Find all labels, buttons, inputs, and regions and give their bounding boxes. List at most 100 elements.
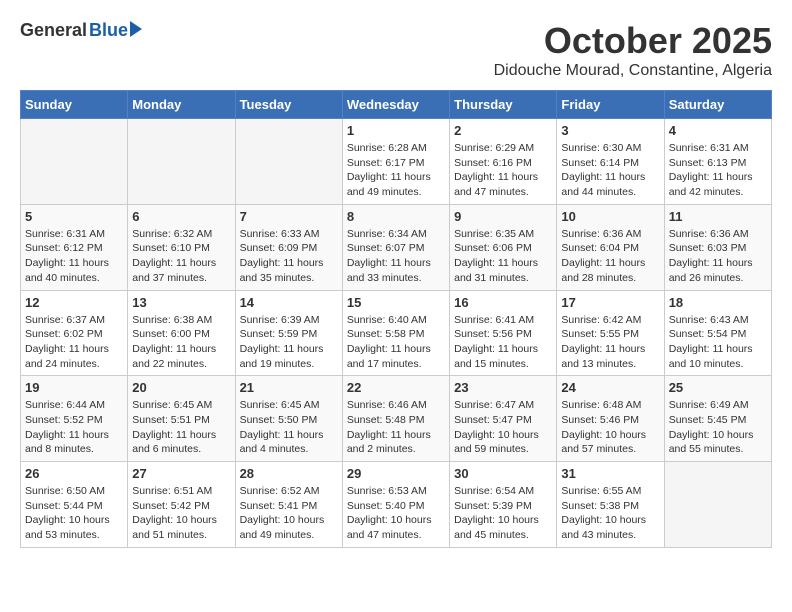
calendar-week-row: 5 Sunrise: 6:31 AM Sunset: 6:12 PM Daylig… (21, 204, 772, 290)
day-info: Sunrise: 6:45 AM Sunset: 5:50 PM Dayligh… (240, 398, 338, 457)
calendar-cell (128, 119, 235, 205)
day-info: Sunrise: 6:49 AM Sunset: 5:45 PM Dayligh… (669, 398, 767, 457)
month-title: October 2025 (494, 20, 772, 62)
day-number: 4 (669, 123, 767, 138)
day-info: Sunrise: 6:36 AM Sunset: 6:03 PM Dayligh… (669, 227, 767, 286)
day-info: Sunrise: 6:33 AM Sunset: 6:09 PM Dayligh… (240, 227, 338, 286)
day-number: 2 (454, 123, 552, 138)
day-number: 15 (347, 295, 445, 310)
day-number: 16 (454, 295, 552, 310)
day-number: 5 (25, 209, 123, 224)
calendar-cell: 13Sunrise: 6:38 AM Sunset: 6:00 PM Dayli… (128, 290, 235, 376)
calendar-week-row: 1 Sunrise: 6:28 AM Sunset: 6:17 PM Daylig… (21, 119, 772, 205)
calendar-cell (235, 119, 342, 205)
calendar-cell: 10 Sunrise: 6:36 AM Sunset: 6:04 PM Dayli… (557, 204, 664, 290)
calendar-cell: 1 Sunrise: 6:28 AM Sunset: 6:17 PM Daylig… (342, 119, 449, 205)
calendar-cell: 14 Sunrise: 6:39 AM Sunset: 5:59 PM Dayli… (235, 290, 342, 376)
calendar-table: SundayMondayTuesdayWednesdayThursdayFrid… (20, 90, 772, 548)
weekday-header-row: SundayMondayTuesdayWednesdayThursdayFrid… (21, 91, 772, 119)
day-info: Sunrise: 6:31 AM Sunset: 6:13 PM Dayligh… (669, 141, 767, 200)
weekday-header-friday: Friday (557, 91, 664, 119)
day-info: Sunrise: 6:36 AM Sunset: 6:04 PM Dayligh… (561, 227, 659, 286)
day-info: Sunrise: 6:48 AM Sunset: 5:46 PM Dayligh… (561, 398, 659, 457)
day-info: Sunrise: 6:51 AM Sunset: 5:42 PM Dayligh… (132, 484, 230, 543)
day-info: Sunrise: 6:37 AM Sunset: 6:02 PM Dayligh… (25, 313, 123, 372)
weekday-header-monday: Monday (128, 91, 235, 119)
calendar-cell (21, 119, 128, 205)
day-info: Sunrise: 6:45 AM Sunset: 5:51 PM Dayligh… (132, 398, 230, 457)
calendar-week-row: 12 Sunrise: 6:37 AM Sunset: 6:02 PM Dayli… (21, 290, 772, 376)
calendar-cell: 5 Sunrise: 6:31 AM Sunset: 6:12 PM Daylig… (21, 204, 128, 290)
day-info: Sunrise: 6:34 AM Sunset: 6:07 PM Dayligh… (347, 227, 445, 286)
day-number: 6 (132, 209, 230, 224)
calendar-cell: 12 Sunrise: 6:37 AM Sunset: 6:02 PM Dayli… (21, 290, 128, 376)
day-number: 25 (669, 380, 767, 395)
weekday-header-thursday: Thursday (450, 91, 557, 119)
day-number: 11 (669, 209, 767, 224)
day-info: Sunrise: 6:38 AM Sunset: 6:00 PM Dayligh… (132, 313, 230, 372)
day-number: 31 (561, 466, 659, 481)
calendar-cell: 7Sunrise: 6:33 AM Sunset: 6:09 PM Daylig… (235, 204, 342, 290)
day-info: Sunrise: 6:46 AM Sunset: 5:48 PM Dayligh… (347, 398, 445, 457)
calendar-cell: 25 Sunrise: 6:49 AM Sunset: 5:45 PM Dayli… (664, 376, 771, 462)
calendar-cell: 21Sunrise: 6:45 AM Sunset: 5:50 PM Dayli… (235, 376, 342, 462)
day-number: 28 (240, 466, 338, 481)
day-info: Sunrise: 6:35 AM Sunset: 6:06 PM Dayligh… (454, 227, 552, 286)
day-info: Sunrise: 6:30 AM Sunset: 6:14 PM Dayligh… (561, 141, 659, 200)
calendar-cell: 19 Sunrise: 6:44 AM Sunset: 5:52 PM Dayli… (21, 376, 128, 462)
day-number: 3 (561, 123, 659, 138)
day-info: Sunrise: 6:42 AM Sunset: 5:55 PM Dayligh… (561, 313, 659, 372)
calendar-cell: 24Sunrise: 6:48 AM Sunset: 5:46 PM Dayli… (557, 376, 664, 462)
calendar-cell: 26Sunrise: 6:50 AM Sunset: 5:44 PM Dayli… (21, 462, 128, 548)
day-number: 10 (561, 209, 659, 224)
weekday-header-sunday: Sunday (21, 91, 128, 119)
day-info: Sunrise: 6:43 AM Sunset: 5:54 PM Dayligh… (669, 313, 767, 372)
day-info: Sunrise: 6:44 AM Sunset: 5:52 PM Dayligh… (25, 398, 123, 457)
day-number: 14 (240, 295, 338, 310)
calendar-cell: 4 Sunrise: 6:31 AM Sunset: 6:13 PM Daylig… (664, 119, 771, 205)
day-info: Sunrise: 6:53 AM Sunset: 5:40 PM Dayligh… (347, 484, 445, 543)
day-number: 9 (454, 209, 552, 224)
day-number: 23 (454, 380, 552, 395)
calendar-cell: 2 Sunrise: 6:29 AM Sunset: 6:16 PM Daylig… (450, 119, 557, 205)
day-info: Sunrise: 6:29 AM Sunset: 6:16 PM Dayligh… (454, 141, 552, 200)
day-number: 19 (25, 380, 123, 395)
day-info: Sunrise: 6:32 AM Sunset: 6:10 PM Dayligh… (132, 227, 230, 286)
day-number: 22 (347, 380, 445, 395)
day-number: 1 (347, 123, 445, 138)
logo: General Blue (20, 20, 142, 41)
calendar-cell: 31 Sunrise: 6:55 AM Sunset: 5:38 PM Dayli… (557, 462, 664, 548)
calendar-week-row: 19 Sunrise: 6:44 AM Sunset: 5:52 PM Dayli… (21, 376, 772, 462)
calendar-cell: 11 Sunrise: 6:36 AM Sunset: 6:03 PM Dayli… (664, 204, 771, 290)
calendar-cell: 3 Sunrise: 6:30 AM Sunset: 6:14 PM Daylig… (557, 119, 664, 205)
page-header: General Blue October 2025 Didouche Moura… (20, 20, 772, 80)
calendar-cell: 16 Sunrise: 6:41 AM Sunset: 5:56 PM Dayli… (450, 290, 557, 376)
calendar-cell: 9 Sunrise: 6:35 AM Sunset: 6:06 PM Daylig… (450, 204, 557, 290)
day-number: 8 (347, 209, 445, 224)
location-subtitle: Didouche Mourad, Constantine, Algeria (494, 62, 772, 80)
day-info: Sunrise: 6:39 AM Sunset: 5:59 PM Dayligh… (240, 313, 338, 372)
weekday-header-saturday: Saturday (664, 91, 771, 119)
calendar-cell: 28 Sunrise: 6:52 AM Sunset: 5:41 PM Dayli… (235, 462, 342, 548)
calendar-cell: 17Sunrise: 6:42 AM Sunset: 5:55 PM Dayli… (557, 290, 664, 376)
calendar-cell (664, 462, 771, 548)
calendar-cell: 29 Sunrise: 6:53 AM Sunset: 5:40 PM Dayli… (342, 462, 449, 548)
day-info: Sunrise: 6:28 AM Sunset: 6:17 PM Dayligh… (347, 141, 445, 200)
day-info: Sunrise: 6:31 AM Sunset: 6:12 PM Dayligh… (25, 227, 123, 286)
day-info: Sunrise: 6:41 AM Sunset: 5:56 PM Dayligh… (454, 313, 552, 372)
day-number: 12 (25, 295, 123, 310)
title-section: October 2025 Didouche Mourad, Constantin… (494, 20, 772, 80)
logo-blue-text: Blue (89, 20, 128, 41)
day-number: 27 (132, 466, 230, 481)
day-info: Sunrise: 6:47 AM Sunset: 5:47 PM Dayligh… (454, 398, 552, 457)
calendar-week-row: 26Sunrise: 6:50 AM Sunset: 5:44 PM Dayli… (21, 462, 772, 548)
day-info: Sunrise: 6:52 AM Sunset: 5:41 PM Dayligh… (240, 484, 338, 543)
logo-arrow-icon (130, 21, 142, 37)
day-number: 18 (669, 295, 767, 310)
day-info: Sunrise: 6:55 AM Sunset: 5:38 PM Dayligh… (561, 484, 659, 543)
calendar-cell: 22 Sunrise: 6:46 AM Sunset: 5:48 PM Dayli… (342, 376, 449, 462)
weekday-header-wednesday: Wednesday (342, 91, 449, 119)
day-info: Sunrise: 6:40 AM Sunset: 5:58 PM Dayligh… (347, 313, 445, 372)
day-number: 29 (347, 466, 445, 481)
weekday-header-tuesday: Tuesday (235, 91, 342, 119)
